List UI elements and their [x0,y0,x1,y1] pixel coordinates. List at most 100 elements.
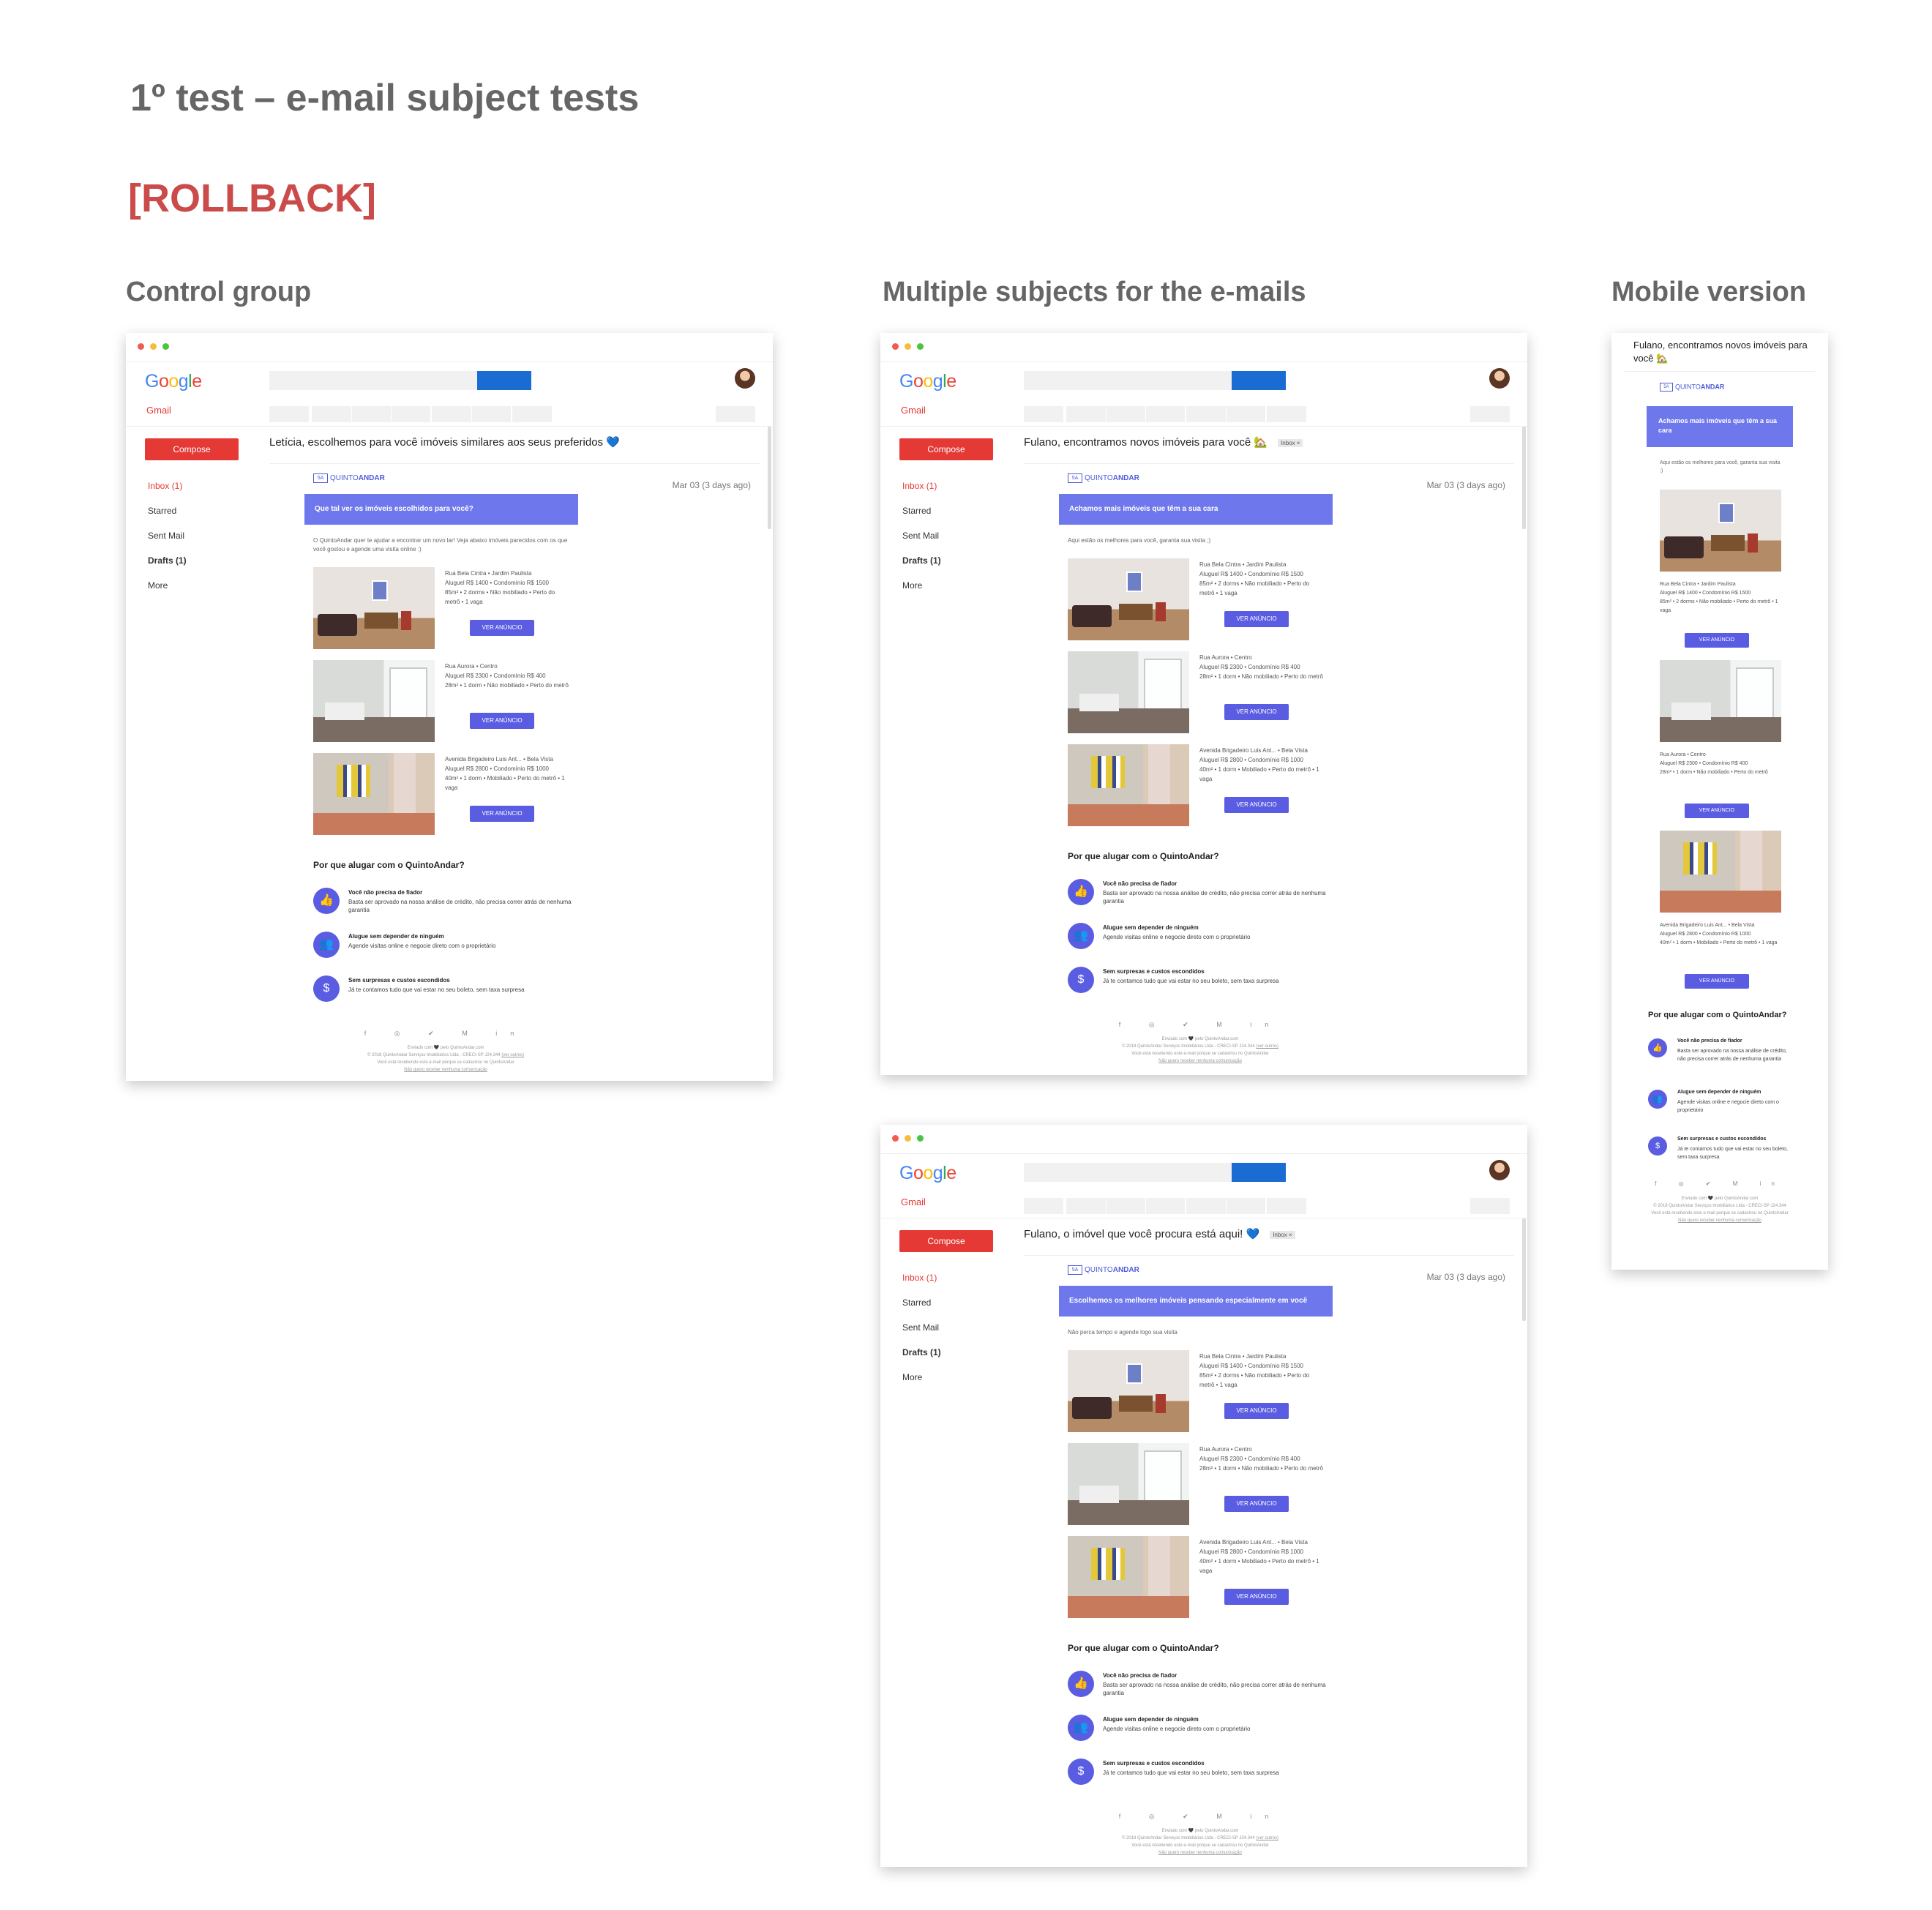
toolbar-move[interactable] [1186,406,1226,422]
toolbar-settings[interactable] [1470,1198,1510,1214]
minimize-dot[interactable] [150,343,157,350]
toolbar-spam[interactable] [1106,1198,1145,1214]
nav-drafts[interactable]: Drafts (1) [148,555,187,566]
minimize-dot[interactable] [905,1135,911,1142]
toolbar-archive[interactable] [1066,406,1106,422]
inbox-tag[interactable]: Inbox × [1270,1230,1295,1239]
close-dot[interactable] [138,343,144,350]
toolbar-more[interactable] [1267,1198,1306,1214]
nav-drafts[interactable]: Drafts (1) [902,1347,941,1357]
unsubscribe-link[interactable]: Não quero receber nenhuma comunicação [404,1068,487,1072]
property-photo[interactable] [1660,490,1781,572]
ver-anuncio-button[interactable]: VER ANÚNCIO [470,713,534,729]
social-icons[interactable]: f ◎ ✔ M in [1068,1813,1333,1821]
gmail-label[interactable]: Gmail [146,405,171,416]
scrollbar[interactable] [1522,1218,1526,1321]
avatar[interactable] [735,368,755,389]
search-input[interactable] [269,371,477,390]
ver-anuncio-button[interactable]: VER ANÚNCIO [1224,1589,1289,1605]
property-photo[interactable] [1068,744,1189,826]
nav-inbox[interactable]: Inbox (1) [902,481,937,491]
toolbar-settings[interactable] [1470,406,1510,422]
maximize-dot[interactable] [917,1135,924,1142]
search-input[interactable] [1024,371,1232,390]
ver-anuncio-button[interactable]: VER ANÚNCIO [1224,797,1289,813]
toolbar-settings[interactable] [716,406,755,422]
property-photo[interactable] [313,660,435,742]
property-photo[interactable] [1068,1536,1189,1618]
maximize-dot[interactable] [162,343,169,350]
close-dot[interactable] [892,1135,899,1142]
nav-starred[interactable]: Starred [902,1297,931,1308]
scrollbar[interactable] [768,427,771,529]
maximize-dot[interactable] [917,343,924,350]
nav-starred[interactable]: Starred [902,506,931,516]
toolbar-archive[interactable] [1066,1198,1106,1214]
search-button[interactable] [1232,1163,1286,1182]
gmail-label[interactable]: Gmail [901,405,926,416]
nav-starred[interactable]: Starred [148,506,176,516]
ver-anuncio-button[interactable]: VER ANÚNCIO [1224,611,1289,627]
property-photo[interactable] [1068,558,1189,640]
ver-anuncio-button[interactable]: VER ANÚNCIO [1224,704,1289,720]
compose-button[interactable]: Compose [899,438,993,460]
compose-button[interactable]: Compose [145,438,239,460]
toolbar-more[interactable] [512,406,552,422]
unsubscribe-link[interactable]: Não quero receber nenhuma comunicação [1158,1851,1242,1855]
ver-anuncio-button[interactable]: VER ANÚNCIO [1685,633,1749,648]
social-icons[interactable]: f ◎ ✔ M in [1611,1180,1828,1187]
ver-anuncio-button[interactable]: VER ANÚNCIO [470,620,534,636]
compose-button[interactable]: Compose [899,1230,993,1252]
search-button[interactable] [1232,371,1286,390]
toolbar-delete[interactable] [1145,406,1185,422]
nav-inbox[interactable]: Inbox (1) [148,481,182,491]
nav-inbox[interactable]: Inbox (1) [902,1273,937,1283]
ver-anuncio-button[interactable]: VER ANÚNCIO [1685,974,1749,989]
close-dot[interactable] [892,343,899,350]
nav-sent[interactable]: Sent Mail [902,531,939,541]
inbox-tag[interactable]: Inbox × [1278,438,1303,447]
toolbar-labels[interactable] [1226,1198,1265,1214]
toolbar-labels[interactable] [1226,406,1265,422]
minimize-dot[interactable] [905,343,911,350]
ver-anuncio-button[interactable]: VER ANÚNCIO [470,806,534,822]
property-photo[interactable] [313,753,435,835]
ver-anuncio-button[interactable]: VER ANÚNCIO [1224,1403,1289,1419]
property-photo[interactable] [1660,660,1781,742]
toolbar-labels[interactable] [471,406,511,422]
scrollbar[interactable] [1522,427,1526,529]
nav-drafts[interactable]: Drafts (1) [902,555,941,566]
property-photo[interactable] [313,567,435,649]
nav-sent[interactable]: Sent Mail [902,1322,939,1333]
property-photo[interactable] [1068,651,1189,733]
property-photo[interactable] [1068,1350,1189,1432]
ver-anuncio-button[interactable]: VER ANÚNCIO [1224,1496,1289,1512]
toolbar-select[interactable] [269,406,309,422]
toolbar-select[interactable] [1024,406,1063,422]
toolbar-delete[interactable] [391,406,430,422]
avatar[interactable] [1489,1160,1510,1180]
toolbar-move[interactable] [432,406,471,422]
social-icons[interactable]: f ◎ ✔ M in [1068,1021,1333,1029]
property-photo[interactable] [1660,831,1781,913]
unsubscribe-link[interactable]: Não quero receber nenhuma comunicação [1678,1218,1761,1223]
toolbar-spam[interactable] [351,406,391,422]
toolbar-archive[interactable] [312,406,351,422]
toolbar-more[interactable] [1267,406,1306,422]
toolbar-delete[interactable] [1145,1198,1185,1214]
toolbar-select[interactable] [1024,1198,1063,1214]
unsubscribe-link[interactable]: Não quero receber nenhuma comunicação [1158,1059,1242,1063]
ver-anuncio-button[interactable]: VER ANÚNCIO [1685,804,1749,818]
toolbar-spam[interactable] [1106,406,1145,422]
nav-more[interactable]: More [902,1372,922,1382]
nav-more[interactable]: More [902,580,922,591]
nav-sent[interactable]: Sent Mail [148,531,184,541]
search-input[interactable] [1024,1163,1232,1182]
gmail-label[interactable]: Gmail [901,1196,926,1207]
nav-more[interactable]: More [148,580,168,591]
social-icons[interactable]: f ◎ ✔ M in [313,1030,578,1038]
avatar[interactable] [1489,368,1510,389]
property-photo[interactable] [1068,1443,1189,1525]
search-button[interactable] [477,371,531,390]
toolbar-move[interactable] [1186,1198,1226,1214]
